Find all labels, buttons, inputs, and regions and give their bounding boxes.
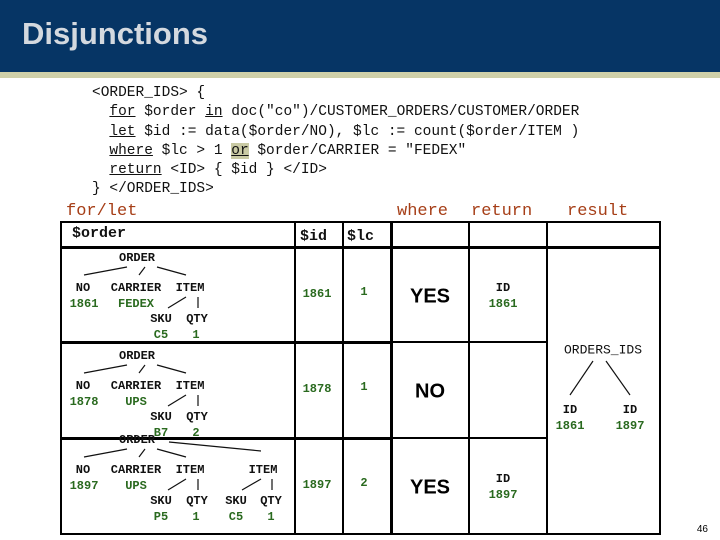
carrier-value: FEDEX xyxy=(117,297,155,311)
carrier-value: UPS xyxy=(125,395,147,409)
where-result: NO xyxy=(415,380,445,403)
tree-edge xyxy=(138,266,146,276)
qty-value: 1 xyxy=(267,510,275,524)
sku-value: B7 xyxy=(153,426,169,440)
result-root: ORDERS_IDS xyxy=(563,342,643,358)
tree-node-order: ORDER xyxy=(118,251,156,265)
sku-value: C5 xyxy=(153,328,169,342)
sku-value: C5 xyxy=(228,510,244,524)
where-result: YES xyxy=(409,476,451,499)
lc-value: 2 xyxy=(360,476,368,490)
tree-node-sku: SKU xyxy=(150,410,172,424)
tree-node-sku: SKU xyxy=(150,494,172,508)
order-number-value: 1897 xyxy=(69,479,99,493)
tree-node-qty: QTY xyxy=(186,312,208,326)
tree-edge xyxy=(83,266,128,276)
tree-edge xyxy=(83,364,128,374)
tree-node-qty: QTY xyxy=(186,410,208,424)
tree-node-no: NO xyxy=(75,379,91,393)
return-id-value: 1897 xyxy=(488,488,518,502)
tree-node-order: ORDER xyxy=(118,433,156,447)
tree-node-sku: SKU xyxy=(150,312,172,326)
page-number: 46 xyxy=(696,524,708,535)
qty-value: 1 xyxy=(192,328,200,342)
tree-node-carrier: CARRIER xyxy=(110,281,162,295)
tree-node-carrier: CARRIER xyxy=(110,379,162,393)
order-number-value: 1878 xyxy=(69,395,99,409)
result-id-tag: ID xyxy=(622,403,638,417)
tree-edge xyxy=(241,478,262,491)
carrier-value: UPS xyxy=(125,479,147,493)
tree-node-item: ITEM xyxy=(175,463,205,477)
result-id-value: 1897 xyxy=(615,419,645,433)
tree-node-order: ORDER xyxy=(118,349,156,363)
tree-edge xyxy=(138,364,146,374)
return-id-tag: ID xyxy=(495,472,511,486)
tree-edge xyxy=(569,360,594,396)
return-id-tag: ID xyxy=(495,281,511,295)
result-id-tag: ID xyxy=(562,403,578,417)
sku-value: P5 xyxy=(153,510,169,524)
tree-edge xyxy=(156,448,187,458)
tree-node-item: ITEM xyxy=(175,281,205,295)
tree-node-carrier: CARRIER xyxy=(110,463,162,477)
lc-value: 1 xyxy=(360,285,368,299)
tree-node-qty: QTY xyxy=(186,494,208,508)
tree-edge xyxy=(167,296,187,309)
tree-node-item: ITEM xyxy=(175,379,205,393)
qty-value: 2 xyxy=(192,426,200,440)
id-value: 1897 xyxy=(302,478,332,492)
tree-edge xyxy=(83,448,128,458)
tree-node-no: NO xyxy=(75,281,91,295)
tree-edge xyxy=(168,441,262,452)
id-value: 1878 xyxy=(302,382,332,396)
id-value: 1861 xyxy=(302,287,332,301)
lc-value: 1 xyxy=(360,380,368,394)
tree-edge xyxy=(167,478,187,491)
qty-value: 1 xyxy=(192,510,200,524)
tree-node-sku: SKU xyxy=(225,494,247,508)
tree-node-qty: QTY xyxy=(260,494,282,508)
tree-edge xyxy=(167,394,187,407)
tree-edge xyxy=(138,448,146,458)
order-number-value: 1861 xyxy=(69,297,99,311)
tree-node-item: ITEM xyxy=(248,463,278,477)
return-id-value: 1861 xyxy=(488,297,518,311)
result-id-value: 1861 xyxy=(555,419,585,433)
tree-lines xyxy=(83,266,631,491)
tree-edge xyxy=(156,266,187,276)
tree-node-no: NO xyxy=(75,463,91,477)
tree-edge xyxy=(605,360,631,396)
where-result: YES xyxy=(409,285,451,308)
tree-edge xyxy=(156,364,187,374)
